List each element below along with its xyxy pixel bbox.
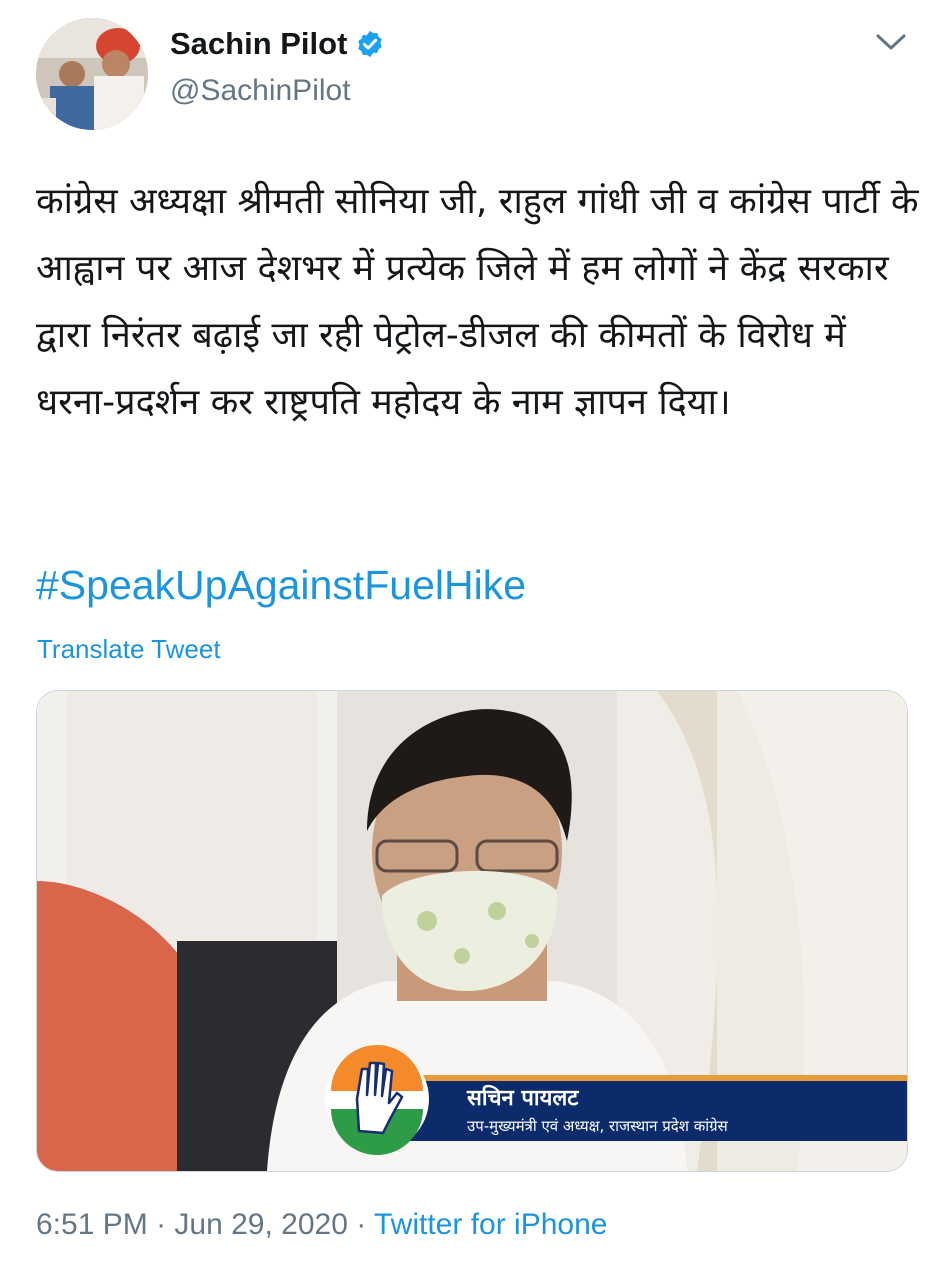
translate-tweet-link[interactable]: Translate Tweet [37, 634, 221, 665]
tweet-text: कांग्रेस अध्यक्षा श्रीमती सोनिया जी, राह… [36, 181, 931, 423]
hashtag-link[interactable]: #SpeakUpAgainstFuelHike [36, 562, 526, 609]
avatar-photo [36, 18, 148, 130]
caption-title: उप-मुख्यमंत्री एवं अध्यक्ष, राजस्थान प्र… [467, 1117, 729, 1136]
author-handle[interactable]: @SachinPilot [170, 74, 351, 108]
tweet-media[interactable]: सचिन पायलट उप-मुख्यमंत्री एवं अध्यक्ष, र… [36, 690, 908, 1172]
author-avatar[interactable] [36, 18, 148, 130]
meta-separator: · [147, 1208, 175, 1241]
video-frame: सचिन पायलट उप-मुख्यमंत्री एवं अध्यक्ष, र… [37, 691, 907, 1171]
verified-badge-icon [358, 30, 383, 58]
tweet-meta: 6:51 PM · Jun 29, 2020 · Twitter for iPh… [36, 1208, 607, 1242]
meta-separator: · [347, 1208, 375, 1241]
chevron-down-icon[interactable] [874, 30, 908, 54]
author-name-row[interactable]: Sachin Pilot [170, 26, 385, 62]
tweet-source-link[interactable]: Twitter for iPhone [374, 1208, 607, 1241]
tweet-time[interactable]: 6:51 PM [36, 1208, 148, 1241]
caption-name: सचिन पायलट [466, 1084, 579, 1111]
tweet-date[interactable]: Jun 29, 2020 [174, 1208, 347, 1241]
author-name[interactable]: Sachin Pilot [170, 26, 347, 62]
